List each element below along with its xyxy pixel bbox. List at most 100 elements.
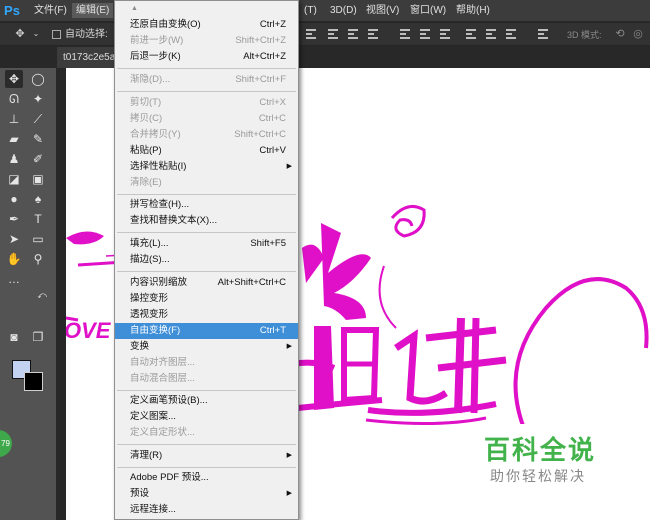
menu-item-step-backward[interactable]: 后退一步(K) Alt+Ctrl+Z <box>115 49 298 65</box>
menu-edit[interactable]: 编辑(E) <box>72 3 114 18</box>
menu-item-auto-align-layers[interactable]: 自动对齐图层... <box>115 355 298 371</box>
3d-roll-icon[interactable]: ◎ <box>632 28 644 40</box>
menu-item-define-brush[interactable]: 定义画笔预设(B)... <box>115 393 298 409</box>
menu-separator <box>117 232 296 233</box>
menu-item-define-custom-shape[interactable]: 定义自定形状... <box>115 425 298 441</box>
menu-item-presets[interactable]: 预设 ▶ <box>115 486 298 502</box>
blur-icon[interactable]: ● <box>5 190 23 208</box>
watermark: 百科全说 助你轻松解决 <box>462 424 624 494</box>
submenu-arrow-icon: ▶ <box>286 452 292 459</box>
menu-item-paste-special[interactable]: 选择性粘贴(I) ▶ <box>115 159 298 175</box>
screen-mode-icon[interactable]: ❐ <box>29 328 47 346</box>
menu-item-define-pattern[interactable]: 定义图案... <box>115 409 298 425</box>
history-brush-icon[interactable]: ✐ <box>29 150 47 168</box>
menu-separator <box>117 68 296 69</box>
clone-stamp-icon[interactable]: ♟ <box>5 150 23 168</box>
menu-item-puppet-warp[interactable]: 操控变形 <box>115 291 298 307</box>
submenu-arrow-icon: ▶ <box>286 343 292 350</box>
healing-brush-icon[interactable]: ▰ <box>5 130 23 148</box>
menu-help[interactable]: 帮助(H) <box>452 3 494 18</box>
menu-separator <box>117 467 296 468</box>
menu-item-auto-blend-layers[interactable]: 自动混合图层... <box>115 371 298 387</box>
menu-item-content-aware-scale[interactable]: 内容识别缩放 Alt+Shift+Ctrl+C <box>115 275 298 291</box>
eyedropper-icon[interactable]: ⟋ <box>29 110 47 128</box>
menu-item-fade[interactable]: 渐隐(D)... Shift+Ctrl+F <box>115 72 298 88</box>
distribute-left-icon[interactable] <box>466 29 476 40</box>
menu-separator <box>117 390 296 391</box>
document-tab[interactable]: t0173c2e5a <box>57 47 117 68</box>
rectangle-tool-icon[interactable]: ▭ <box>29 230 47 248</box>
menu-item-undo-free-transform[interactable]: 还原自由变换(O) Ctrl+Z <box>115 17 298 33</box>
tools-panel: ✥ ◯ ᘏ ✦ ⊥ ⟋ ▰ ✎ ♟ ✐ ◪ ▣ ● ♠ ✒ T ➤ ▭ ✋ ⚲ … <box>0 68 56 520</box>
more-tools-icon[interactable]: … <box>5 270 23 288</box>
edit-menu-dropdown: ▲ 还原自由变换(O) Ctrl+Z 前进一步(W) Shift+Ctrl+Z 后退… <box>114 0 299 520</box>
eraser-icon[interactable]: ◪ <box>5 170 23 188</box>
crop-icon[interactable]: ⊥ <box>5 110 23 128</box>
pen-icon[interactable]: ✒ <box>5 210 23 228</box>
distribute-top-icon[interactable] <box>400 29 410 40</box>
distribute-vcenter-icon[interactable] <box>420 29 430 40</box>
watermark-title: 百科全说 <box>484 436 597 466</box>
menu-item-purge[interactable]: 清理(R) ▶ <box>115 448 298 464</box>
lasso-icon[interactable]: ᘏ <box>5 90 23 108</box>
quick-mask-icon[interactable]: ◙ <box>5 328 23 346</box>
menu-item-check-spelling[interactable]: 拼写检查(H)... <box>115 197 298 213</box>
menu-item-transform[interactable]: 变换 ▶ <box>115 339 298 355</box>
gradient-icon[interactable]: ▣ <box>29 170 47 188</box>
menu-item-copy[interactable]: 拷贝(C) Ctrl+C <box>115 111 298 127</box>
menu-type[interactable]: (T) <box>300 3 321 18</box>
submenu-arrow-icon: ▶ <box>286 490 292 497</box>
badge-counter: 79 <box>0 430 12 457</box>
menu-item-copy-merged[interactable]: 合并拷贝(Y) Shift+Ctrl+C <box>115 127 298 143</box>
auto-select-checkbox[interactable] <box>52 30 61 39</box>
menu-separator <box>117 444 296 445</box>
menu-item-remote-connections[interactable]: 远程连接... <box>115 502 298 518</box>
scroll-up-arrow-icon[interactable]: ▲ <box>131 5 138 12</box>
menu-separator <box>117 271 296 272</box>
background-color-swatch[interactable] <box>24 372 43 391</box>
3d-mode-label: 3D 模式: <box>567 30 602 40</box>
move-tool-icon[interactable]: ✥ <box>14 28 26 40</box>
align-left-icon[interactable] <box>368 29 378 40</box>
swap-colors-icon[interactable]: ⤺ <box>33 286 51 304</box>
watermark-subtitle: 助你轻松解决 <box>490 469 586 485</box>
menu-item-cut[interactable]: 剪切(T) Ctrl+X <box>115 95 298 111</box>
submenu-arrow-icon: ▶ <box>286 163 292 170</box>
path-select-icon[interactable]: ➤ <box>5 230 23 248</box>
menu-item-adobe-pdf-presets[interactable]: Adobe PDF 预设... <box>115 470 298 486</box>
hand-tool-icon[interactable]: ✋ <box>5 250 23 268</box>
chevron-down-icon[interactable]: ⌄ <box>30 28 42 40</box>
menu-item-find-replace[interactable]: 查找和替换文本(X)... <box>115 213 298 229</box>
menu-item-clear[interactable]: 清除(E) <box>115 175 298 191</box>
distribute-hcenter-icon[interactable] <box>486 29 496 40</box>
type-tool-icon[interactable]: T <box>29 210 47 228</box>
menu-view[interactable]: 视图(V) <box>362 3 403 18</box>
distribute-bottom-icon[interactable] <box>440 29 450 40</box>
menu-3d[interactable]: 3D(D) <box>326 3 361 18</box>
dodge-icon[interactable]: ♠ <box>29 190 47 208</box>
menu-item-step-forward[interactable]: 前进一步(W) Shift+Ctrl+Z <box>115 33 298 49</box>
photoshop-logo: Ps <box>4 3 20 18</box>
menu-separator <box>117 91 296 92</box>
align-vcenter-icon[interactable] <box>328 29 338 40</box>
artwork-text: OVE <box>66 318 112 343</box>
auto-align-icon[interactable] <box>538 29 548 40</box>
magic-wand-icon[interactable]: ✦ <box>29 90 47 108</box>
align-bottom-icon[interactable] <box>348 29 358 40</box>
menu-item-stroke[interactable]: 描边(S)... <box>115 252 298 268</box>
menu-file[interactable]: 文件(F) <box>30 3 71 18</box>
zoom-tool-icon[interactable]: ⚲ <box>29 250 47 268</box>
brush-icon[interactable]: ✎ <box>29 130 47 148</box>
distribute-right-icon[interactable] <box>506 29 516 40</box>
menu-item-paste[interactable]: 粘贴(P) Ctrl+V <box>115 143 298 159</box>
3d-rotate-icon[interactable]: ⟲ <box>614 28 626 40</box>
ellipse-marquee-icon[interactable]: ◯ <box>29 70 47 88</box>
move-tool-icon[interactable]: ✥ <box>5 70 23 88</box>
menu-item-perspective-warp[interactable]: 透视变形 <box>115 307 298 323</box>
auto-select-label: 自动选择: <box>65 29 108 40</box>
options-bar: ✥ ⌄ 自动选择: 3D 模式: ⟲ ◎ <box>0 22 650 46</box>
menu-item-free-transform[interactable]: 自由变换(F) Ctrl+T <box>115 323 298 339</box>
menu-item-fill[interactable]: 填充(L)... Shift+F5 <box>115 236 298 252</box>
align-top-icon[interactable] <box>306 29 316 40</box>
menu-window[interactable]: 窗口(W) <box>406 3 450 18</box>
